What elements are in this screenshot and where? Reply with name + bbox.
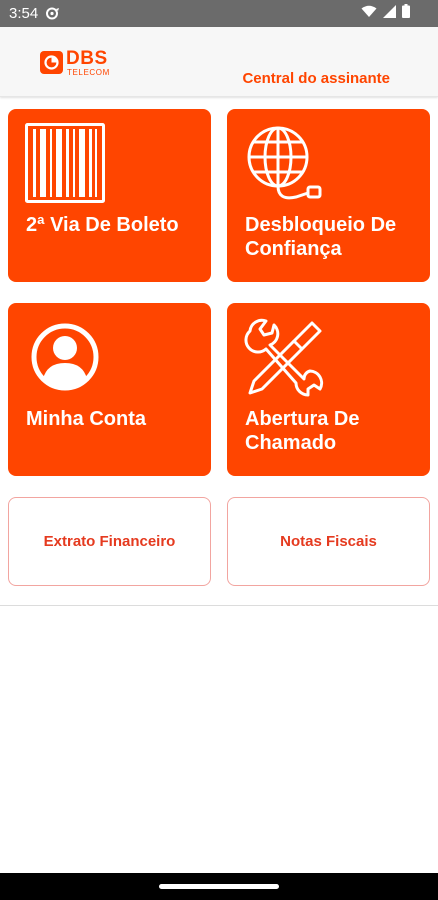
divider — [0, 605, 438, 606]
logo-text: DBS — [66, 48, 108, 69]
notas-fiscais-button[interactable]: Notas Fiscais — [227, 497, 430, 586]
logo-mark-icon — [40, 51, 63, 74]
barcode-icon — [25, 123, 105, 208]
signal-icon — [383, 4, 396, 23]
extrato-financeiro-button[interactable]: Extrato Financeiro — [8, 497, 211, 586]
wifi-icon — [361, 5, 377, 23]
page-title: Central do assinante — [242, 70, 390, 87]
tile-abertura-chamado[interactable]: Abertura De Chamado — [227, 303, 430, 476]
tile-label: Desbloqueio De Confiança — [245, 214, 397, 260]
logo-subtext: TELECOM — [67, 68, 110, 77]
user-icon — [25, 317, 105, 402]
notification-icon — [46, 7, 60, 20]
battery-icon — [402, 4, 410, 23]
tile-boleto[interactable]: 2ª Via De Boleto — [8, 109, 211, 282]
tile-label: Abertura De Chamado — [245, 408, 360, 454]
tools-icon — [244, 317, 326, 404]
tile-minha-conta[interactable]: Minha Conta — [8, 303, 211, 476]
tile-label: 2ª Via De Boleto — [26, 214, 179, 236]
button-label: Notas Fiscais — [280, 533, 377, 550]
tile-desbloqueio[interactable]: Desbloqueio De Confiança — [227, 109, 430, 282]
status-bar: 3:54 — [0, 0, 438, 27]
status-time: 3:54 — [9, 5, 39, 22]
app-header: DBS TELECOM Central do assinante — [0, 27, 438, 97]
status-icons — [361, 4, 410, 23]
globe-network-icon — [244, 123, 326, 210]
dbs-telecom-logo: DBS TELECOM — [40, 49, 120, 79]
home-gesture-handle[interactable] — [159, 884, 279, 889]
button-label: Extrato Financeiro — [43, 533, 176, 550]
tile-label: Minha Conta — [26, 408, 146, 430]
system-nav-bar — [0, 873, 438, 900]
